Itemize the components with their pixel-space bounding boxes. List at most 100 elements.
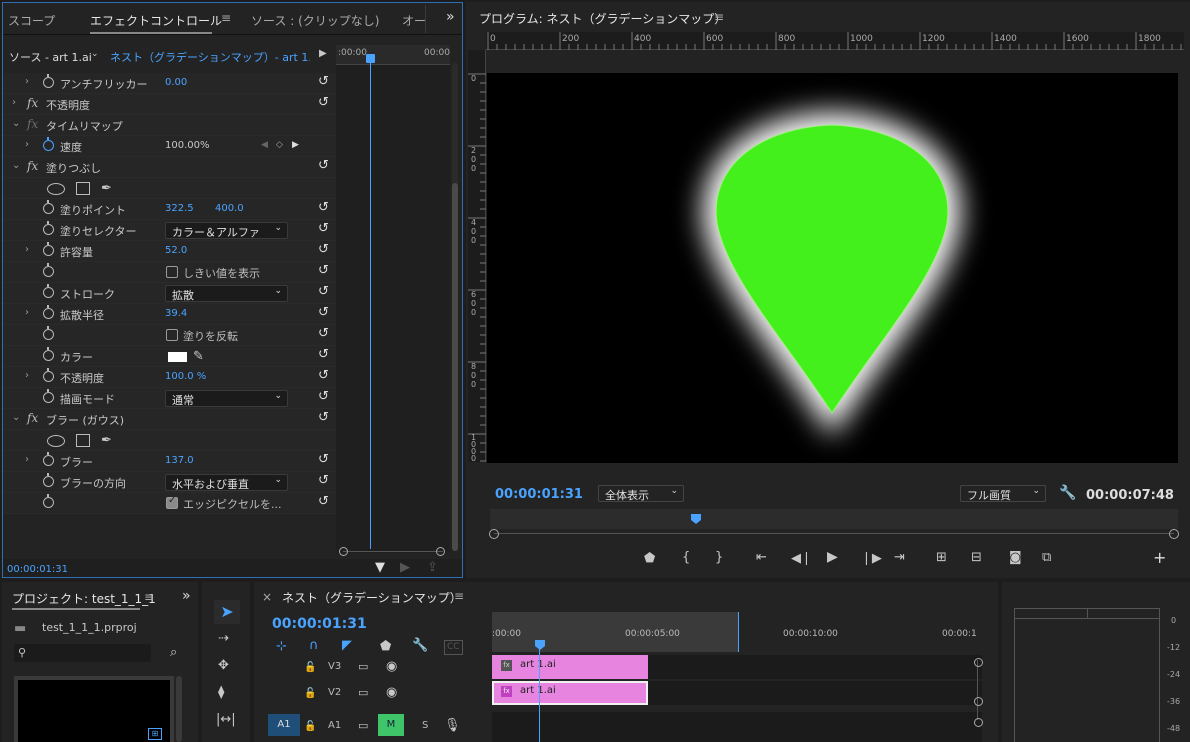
expand-chevron-icon[interactable]: › [25,370,29,381]
project-search-input[interactable]: ⚲ [14,644,151,662]
scrub-track[interactable] [494,533,1174,534]
stopwatch-icon[interactable] [43,326,54,340]
stopwatch-icon[interactable] [43,74,54,88]
sync-lock-icon[interactable]: ▭ [358,686,368,699]
stopwatch-icon[interactable] [43,494,54,508]
reset-icon[interactable]: ↺ [318,159,332,173]
scroll-handle-top[interactable] [974,658,983,667]
mark-out-icon[interactable]: } [715,551,723,564]
source-patch-a1[interactable]: A1 [268,714,300,736]
reset-icon[interactable]: ↺ [318,285,332,299]
expand-chevron-icon[interactable]: › [25,454,29,465]
timeline-v-scroll[interactable] [977,660,978,720]
filter-icon[interactable]: ▼ [375,561,385,574]
mini-zoom-bar[interactable] [343,551,443,552]
lift-icon[interactable]: ⊞ [936,551,947,564]
eye-icon[interactable]: ◉ [386,686,397,699]
add-keyframe-icon[interactable]: ◇ [276,140,283,150]
overflow-chevron-icon[interactable]: » [446,9,455,25]
project-title[interactable]: プロジェクト: test_1_1_1 [12,590,156,607]
fill-point-y[interactable]: 400.0 [215,203,244,214]
tab-scopes[interactable]: スコープ [8,12,55,29]
camera-icon[interactable]: ◙ [1009,551,1022,564]
mute-button[interactable]: M [378,714,404,736]
show-threshold-checkbox[interactable] [166,266,178,278]
stopwatch-icon[interactable] [43,284,54,298]
timeline-playhead[interactable] [539,645,540,742]
spread-radius-value[interactable]: 39.4 [165,308,187,319]
linked-selection-icon[interactable]: ∩ [309,639,319,652]
tab-source[interactable]: ソース : (クリップなし) [251,12,379,29]
microphone-icon[interactable]: 🎙 [444,719,461,732]
panel-menu-icon[interactable]: ≡ [454,589,464,603]
ellipse-mask-icon[interactable] [47,183,65,195]
wrench-icon[interactable]: 🔧 [412,639,428,652]
close-tab-icon[interactable]: × [262,590,272,604]
repeat-edge-checkbox[interactable]: ✓ [166,495,178,509]
stopwatch-icon[interactable] [43,221,54,235]
reset-icon[interactable]: ↺ [318,453,332,467]
prev-keyframe-icon[interactable]: ◀ [261,140,268,150]
stopwatch-icon[interactable] [43,200,54,214]
mini-playhead[interactable] [370,55,371,549]
clip-v2[interactable]: fx art 1.ai [492,681,648,705]
collapse-chevron-icon[interactable]: ⌄ [12,412,20,423]
scrub-ruler[interactable] [490,509,1178,529]
tolerance-value[interactable]: 52.0 [165,245,187,256]
track-a1-lane[interactable] [492,712,982,742]
panel-menu-icon[interactable]: ≡ [144,590,154,604]
lock-icon[interactable]: 🔓 [304,661,316,674]
sync-lock-icon[interactable]: ▭ [358,719,368,732]
panel-menu-icon[interactable]: ≡ [714,10,724,24]
reset-icon[interactable]: ↺ [318,75,332,89]
scroll-handle-mid[interactable] [974,697,983,706]
eye-icon[interactable]: ◉ [386,660,397,673]
stopwatch-icon[interactable] [43,242,54,256]
collapse-chevron-icon[interactable]: ⌄ [12,160,20,171]
track-select-tool-icon[interactable]: ⇢ [218,632,229,645]
reset-icon[interactable]: ↺ [318,243,332,257]
next-keyframe-icon[interactable]: ▶ [292,140,299,150]
fx-icon[interactable]: fx [27,159,38,173]
scrub-handle-right[interactable] [1169,529,1179,539]
razor-tool-icon[interactable]: ⧫ [218,686,224,699]
export-icon[interactable]: ⇪ [427,561,438,574]
rectangle-mask-icon[interactable] [76,182,90,195]
expand-chevron-icon[interactable]: › [25,244,29,255]
timeline-title[interactable]: ネスト（グラデーションマップ） [282,589,462,606]
reset-icon[interactable]: ↺ [318,306,332,320]
stroke-dropdown[interactable]: 拡散 ⌄ [165,285,288,302]
reset-icon[interactable]: ↺ [318,369,332,383]
step-forward-icon[interactable]: ❘▶ [861,552,882,565]
add-button-icon[interactable]: + [1153,550,1166,566]
blurriness-value[interactable]: 137.0 [165,455,194,466]
expand-chevron-icon[interactable]: › [25,307,29,318]
zoom-handle-right[interactable] [436,547,445,556]
sync-lock-icon[interactable]: ▭ [358,660,368,673]
wrench-icon[interactable]: 🔧 [1059,486,1076,500]
speed-value[interactable]: 100.00% [165,140,210,151]
new-bin-icon[interactable]: ⌕ [170,646,177,659]
reset-icon[interactable]: ↺ [318,348,332,362]
scroll-handle-bottom[interactable] [974,718,983,727]
fx-icon[interactable]: fx [27,117,38,131]
blend-mode-dropdown[interactable]: 通常 ⌄ [165,390,288,407]
zoom-handle-left[interactable] [339,547,348,556]
video-frame[interactable] [487,73,1178,463]
antiflicker-value[interactable]: 0.00 [165,77,187,88]
captions-icon[interactable]: CC [444,640,463,655]
fx-icon[interactable]: fx [27,411,38,425]
project-scrollbar[interactable] [176,676,182,742]
reset-icon[interactable]: ↺ [318,474,332,488]
fill-opacity-value[interactable]: 100.0 % [165,371,206,382]
reset-icon[interactable]: ↺ [318,96,332,110]
solo-button[interactable]: S [422,720,428,731]
zoom-dropdown[interactable]: 全体表示 ⌄ [598,485,684,502]
add-marker-icon[interactable]: ⬟ [644,552,655,565]
scrub-handle-left[interactable] [489,529,499,539]
ellipse-mask-icon[interactable] [47,435,65,447]
stopwatch-icon[interactable] [43,452,54,466]
add-marker-icon[interactable]: ◤ [342,639,352,652]
comparison-icon[interactable]: ⧉ [1042,551,1051,564]
stopwatch-icon[interactable] [43,305,54,319]
